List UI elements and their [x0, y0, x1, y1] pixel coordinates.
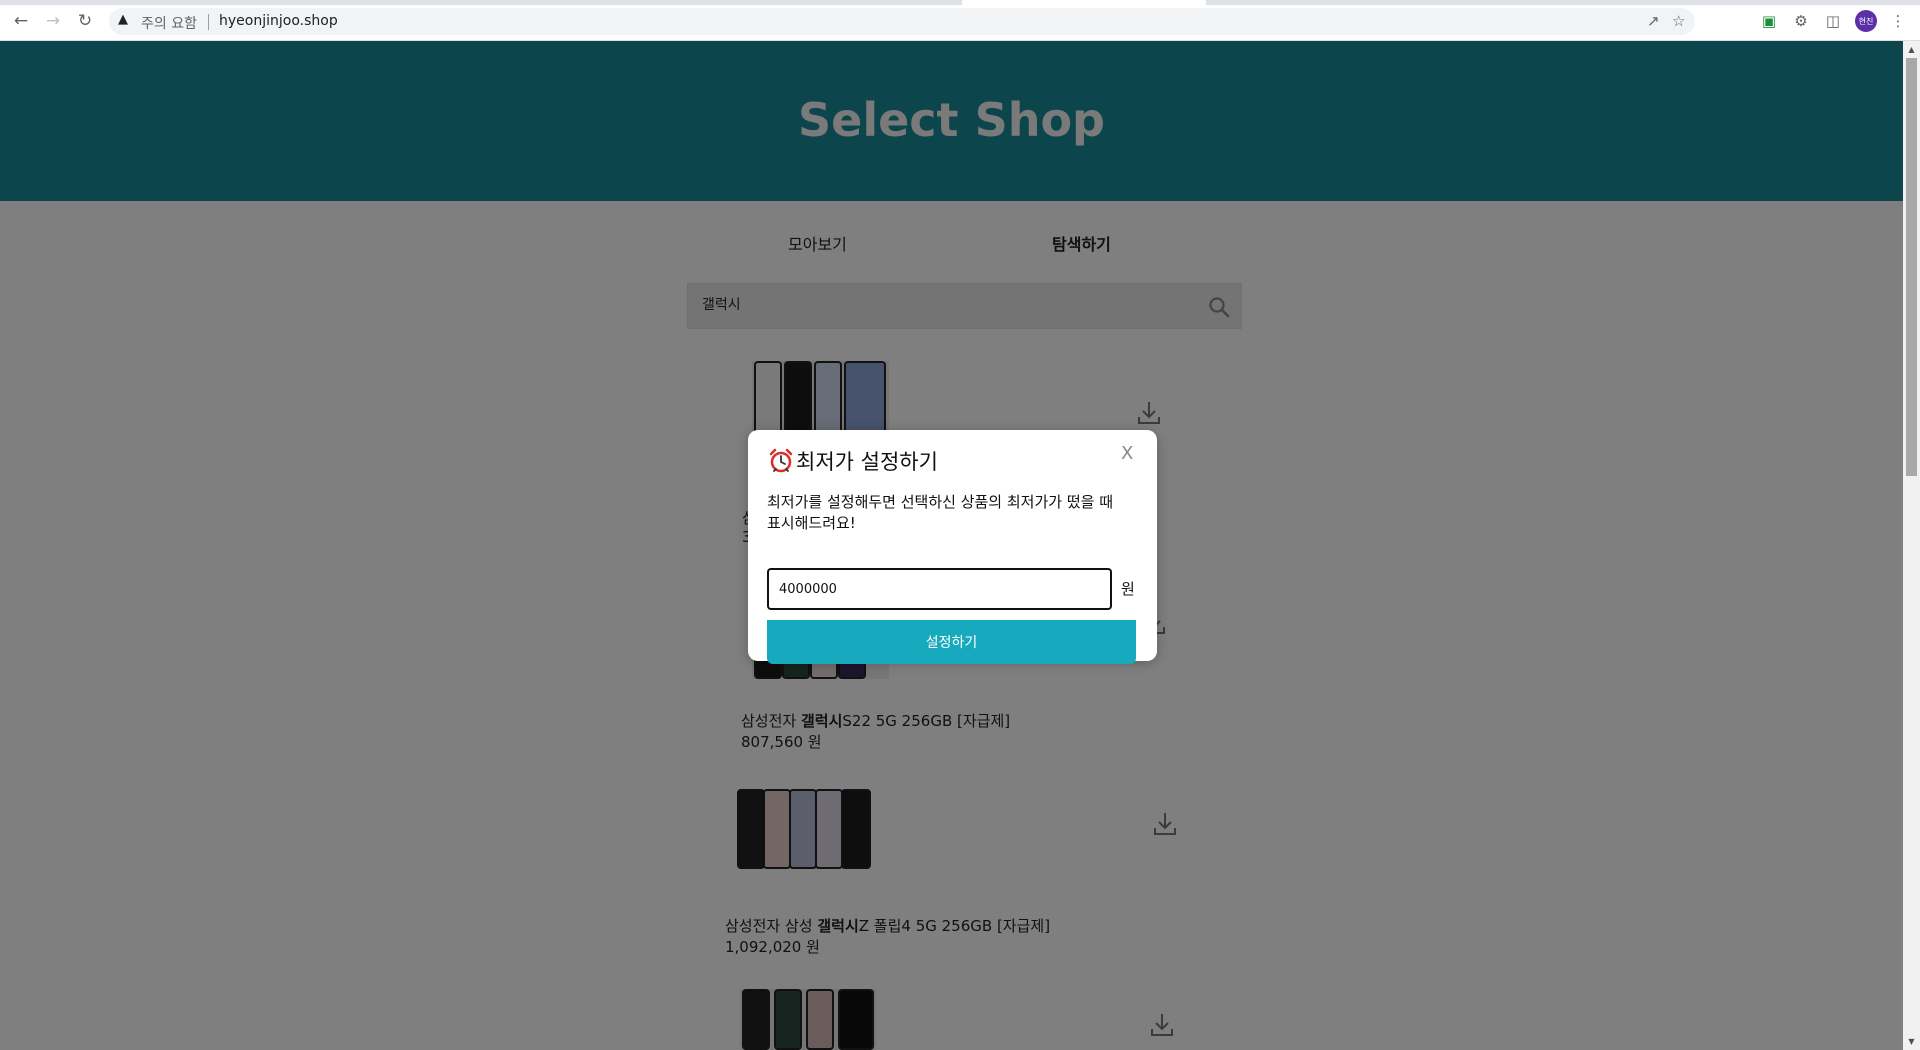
close-button[interactable]: X — [1121, 443, 1133, 464]
back-icon[interactable]: ← — [11, 11, 31, 31]
share-icon[interactable]: ↗ — [1647, 12, 1660, 30]
currency-unit: 원 — [1121, 580, 1135, 598]
extension-green-icon[interactable]: ▣ — [1759, 11, 1779, 31]
alarm-clock-icon — [769, 448, 793, 473]
address-bar[interactable]: ▲ 주의 요함 hyeonjinjoo.shop ↗ ☆ — [109, 8, 1695, 35]
profile-avatar[interactable]: 현진 — [1855, 10, 1877, 32]
extensions-puzzle-icon[interactable]: ⚙ — [1791, 11, 1811, 31]
modal-description-line2: 표시해드려요! — [767, 514, 856, 532]
lowest-price-modal: X 최저가 설정하기 최저가를 설정해두면 선택하신 상품의 최저가가 떴을 때… — [748, 430, 1157, 664]
reload-icon[interactable]: ↻ — [75, 11, 95, 31]
page-scrollbar[interactable]: ▲ ▼ — [1903, 41, 1920, 1050]
scrollbar-thumb[interactable] — [1906, 58, 1917, 476]
more-menu-icon[interactable]: ⋮ — [1888, 11, 1908, 31]
modal-description: 최저가를 설정해두면 선택하신 상품의 최저가가 떴을 때 표시해드려요! — [767, 492, 1147, 534]
bookmark-star-icon[interactable]: ☆ — [1672, 12, 1685, 30]
modal-description-line1: 최저가를 설정해두면 선택하신 상품의 최저가가 떴을 때 — [767, 493, 1114, 511]
security-label[interactable]: 주의 요함 — [141, 13, 197, 33]
tab-strip — [0, 0, 1920, 5]
scroll-down-icon[interactable]: ▼ — [1903, 1033, 1920, 1050]
page-viewport: Select Shop 모아보기 탐색하기 삼 3 삼성전자 갤럭시S22 5G… — [0, 41, 1903, 1050]
modal-title-text: 최저가 설정하기 — [796, 450, 938, 474]
forward-icon[interactable]: → — [43, 11, 63, 31]
browser-toolbar: ← → ↻ ▲ 주의 요함 hyeonjinjoo.shop ↗ ☆ ▣ ⚙ ◫… — [0, 0, 1920, 41]
scroll-up-icon[interactable]: ▲ — [1903, 41, 1920, 58]
omnibox-divider — [208, 14, 209, 30]
side-panel-icon[interactable]: ◫ — [1823, 11, 1843, 31]
set-lowest-price-button[interactable]: 설정하기 — [767, 620, 1136, 664]
url-text[interactable]: hyeonjinjoo.shop — [219, 13, 338, 29]
active-tab[interactable] — [962, 0, 1206, 5]
warning-icon[interactable]: ▲ — [118, 12, 128, 27]
modal-title: 최저가 설정하기 — [768, 446, 938, 476]
lowest-price-input[interactable] — [767, 568, 1112, 610]
